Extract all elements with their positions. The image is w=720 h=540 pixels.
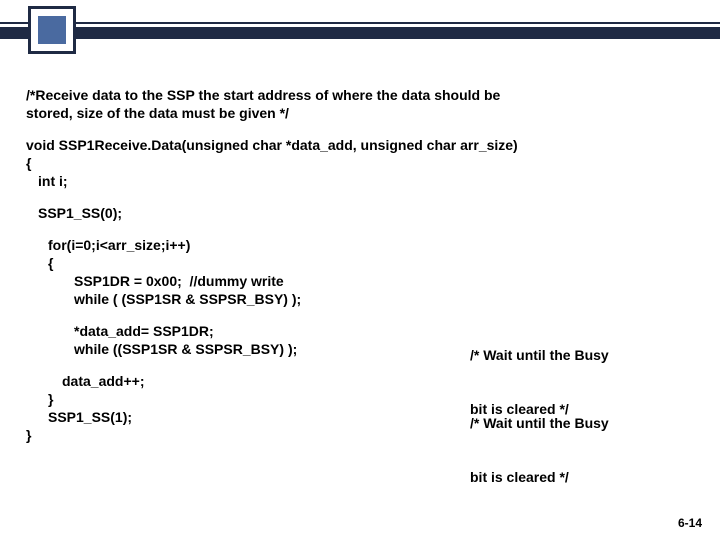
note-wait-busy-2: /* Wait until the Busy bit is cleared */ xyxy=(470,378,609,522)
note-line: /* Wait until the Busy xyxy=(470,414,609,432)
decor-accent-inner xyxy=(38,16,66,44)
decor-accent xyxy=(28,6,76,54)
brace: { xyxy=(26,254,696,272)
decor-rule-thick xyxy=(0,27,720,39)
decor-rule-thin xyxy=(0,22,720,24)
ssp-ss-low: SSP1_SS(0); xyxy=(26,204,696,222)
dummy-write: SSP1DR = 0x00; //dummy write xyxy=(26,272,696,290)
note-line: bit is cleared */ xyxy=(470,468,609,486)
var-decl: int i; xyxy=(26,172,696,190)
page-number: 6-14 xyxy=(678,516,702,530)
note-line: /* Wait until the Busy xyxy=(470,346,609,364)
for-loop: for(i=0;i<arr_size;i++) xyxy=(26,236,696,254)
fn-declaration: void SSP1Receive.Data(unsigned char *dat… xyxy=(26,136,696,154)
brace: { xyxy=(26,154,696,172)
slide: /*Receive data to the SSP the start addr… xyxy=(0,0,720,540)
wait-busy-1: while ( (SSP1SR & SSPSR_BSY) ); xyxy=(26,290,696,308)
comment-line: /*Receive data to the SSP the start addr… xyxy=(26,86,696,104)
comment-line: stored, size of the data must be given *… xyxy=(26,104,696,122)
